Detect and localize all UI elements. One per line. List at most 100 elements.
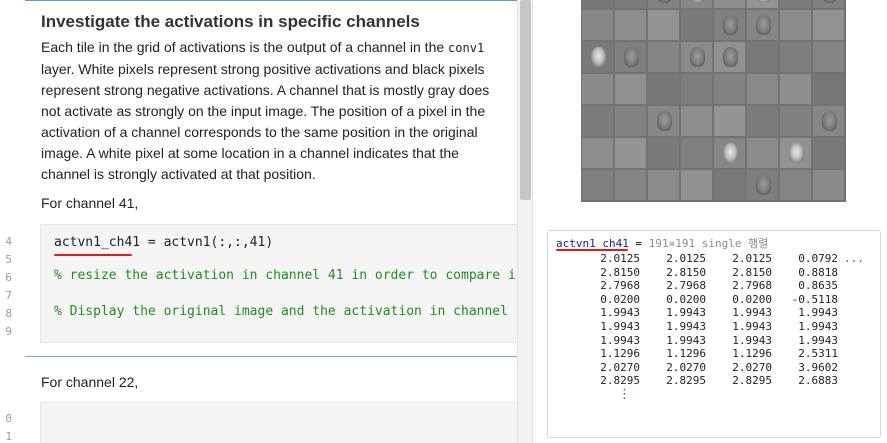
paragraph-text: Each tile in the grid of activations is … [41, 39, 449, 55]
activation-tile [581, 105, 614, 137]
line-number: 5 [5, 253, 12, 266]
matrix-row: 1.9943 1.9943 1.9943 1.9943 [574, 334, 864, 348]
matrix-cell: 0.0792 [798, 252, 838, 265]
matrix-cell: 2.8150 [666, 265, 706, 279]
matrix-cell: 1.9943 [798, 319, 838, 333]
line-number: 0 [5, 412, 12, 425]
code-line[interactable]: actvn1_ch41 = actvn1(:,:,41) [54, 235, 273, 250]
activation-tile [812, 73, 845, 105]
matrix-cell: 2.0270 [600, 360, 640, 374]
matrix-row: 2.8295 2.8295 2.8295 2.6883 [574, 374, 864, 388]
activation-tile [779, 9, 812, 41]
activation-tile [680, 169, 713, 201]
matrix-cell: 0.8818 [798, 265, 838, 279]
matrix-cell: 2.6883 [798, 374, 838, 388]
vertical-ellipsis-icon[interactable]: ⋮ [618, 388, 631, 401]
matrix-row: 2.0125 2.0125 2.0125 0.0792... [574, 252, 864, 266]
face-activation [756, 175, 771, 195]
face-activation [657, 111, 672, 131]
matrix-row: 1.1296 1.1296 1.1296 2.5311 [574, 347, 864, 361]
scrollbar-thumb[interactable] [520, 0, 531, 200]
activation-tile [647, 169, 680, 201]
matrix-cell: 2.8295 [666, 374, 706, 388]
activation-tile [812, 41, 845, 73]
activation-tile [779, 137, 812, 169]
description-paragraph: Each tile in the grid of activations is … [41, 37, 503, 185]
activation-tile [779, 41, 812, 73]
variable-name: actvn1_ch41 [54, 235, 141, 250]
matrix-row: 2.8150 2.8150 2.8150 0.8818 [574, 266, 864, 280]
face-activation [822, 111, 837, 131]
matrix-row: 0.0200 0.0200 0.0200 -0.5118 [574, 293, 864, 307]
matrix-cell: 1.9943 [666, 319, 706, 333]
activation-tile [812, 9, 845, 41]
activation-tile [746, 41, 779, 73]
code-block[interactable]: actvn1_ch41 = actvn1(:,:,41) % resize th… [40, 224, 518, 343]
face-activation [723, 143, 738, 163]
activation-tile [746, 169, 779, 201]
paragraph-text: layer. White pixels represent strong pos… [41, 61, 490, 182]
section-heading: Investigate the activations in specific … [41, 12, 420, 31]
face-activation [657, 0, 672, 3]
matrix-cell: 2.0125 [666, 252, 706, 265]
channel-22-label[interactable]: For channel 22, [41, 374, 138, 390]
equals-sign: = [628, 237, 649, 250]
activation-tile [647, 137, 680, 169]
face-activation [789, 143, 804, 163]
activation-tile [779, 73, 812, 105]
live-editor-pane: 4 5 6 7 8 9 0 1 Investigate the activati… [0, 0, 532, 443]
activation-tile [713, 169, 746, 201]
activation-tile [779, 0, 812, 9]
matrix-cell: 2.7968 [732, 279, 772, 293]
matrix-cell: 1.1296 [666, 347, 706, 361]
red-annotation-underline [556, 249, 628, 251]
activation-tile [746, 73, 779, 105]
code-comment[interactable]: % Display the original image and the act… [54, 304, 508, 319]
activation-tile [713, 9, 746, 41]
activation-tile [581, 9, 614, 41]
activation-tile [713, 0, 746, 9]
matrix-cell: -0.5118 [791, 292, 838, 306]
activation-tile [647, 105, 680, 137]
matrix-cell: 0.0200 [666, 292, 706, 306]
matrix-cell: 1.9943 [798, 306, 838, 320]
activation-tile [614, 169, 647, 201]
face-activation [690, 0, 705, 3]
activation-tile [779, 105, 812, 137]
matrix-cell: 1.1296 [600, 347, 640, 361]
activation-tile [713, 105, 746, 137]
face-activation [723, 15, 738, 35]
matrix-cell: 1.9943 [732, 306, 772, 320]
matrix-cell: 1.9943 [600, 319, 640, 333]
line-number: 4 [5, 235, 12, 248]
inline-code: conv1 [448, 41, 485, 55]
activation-tile [647, 0, 680, 9]
activation-tile [581, 0, 614, 9]
activation-tile [614, 137, 647, 169]
activation-tile [812, 0, 845, 9]
activation-tile [680, 41, 713, 73]
face-activation [690, 47, 705, 67]
activation-tile [581, 169, 614, 201]
matrix-cell: 2.0125 [600, 252, 640, 265]
face-activation [591, 47, 606, 67]
line-number: 9 [5, 325, 12, 338]
matrix-cell: 2.8150 [600, 265, 640, 279]
activation-tile [614, 105, 647, 137]
code-comment[interactable]: % resize the activation in channel 41 in… [54, 268, 516, 283]
matrix-cell: 2.0270 [732, 360, 772, 374]
code-block-empty[interactable] [40, 402, 518, 443]
variable-output-card[interactable]: actvn1_ch41 = 191×191 single 행렬 2.0125 2.… [547, 230, 881, 438]
activation-tile [647, 41, 680, 73]
matrix-cell: 0.8635 [798, 279, 838, 293]
activation-tile [746, 137, 779, 169]
activation-tile [680, 9, 713, 41]
matrix-cell: 2.8295 [600, 374, 640, 388]
horizontal-ellipsis-icon[interactable]: ... [838, 252, 864, 266]
matrix-cell: 1.9943 [666, 306, 706, 320]
activation-tile [812, 137, 845, 169]
red-annotation-underline [54, 254, 132, 256]
activation-tile [581, 41, 614, 73]
matrix-cell: 1.9943 [798, 333, 838, 347]
section-divider [25, 356, 517, 357]
